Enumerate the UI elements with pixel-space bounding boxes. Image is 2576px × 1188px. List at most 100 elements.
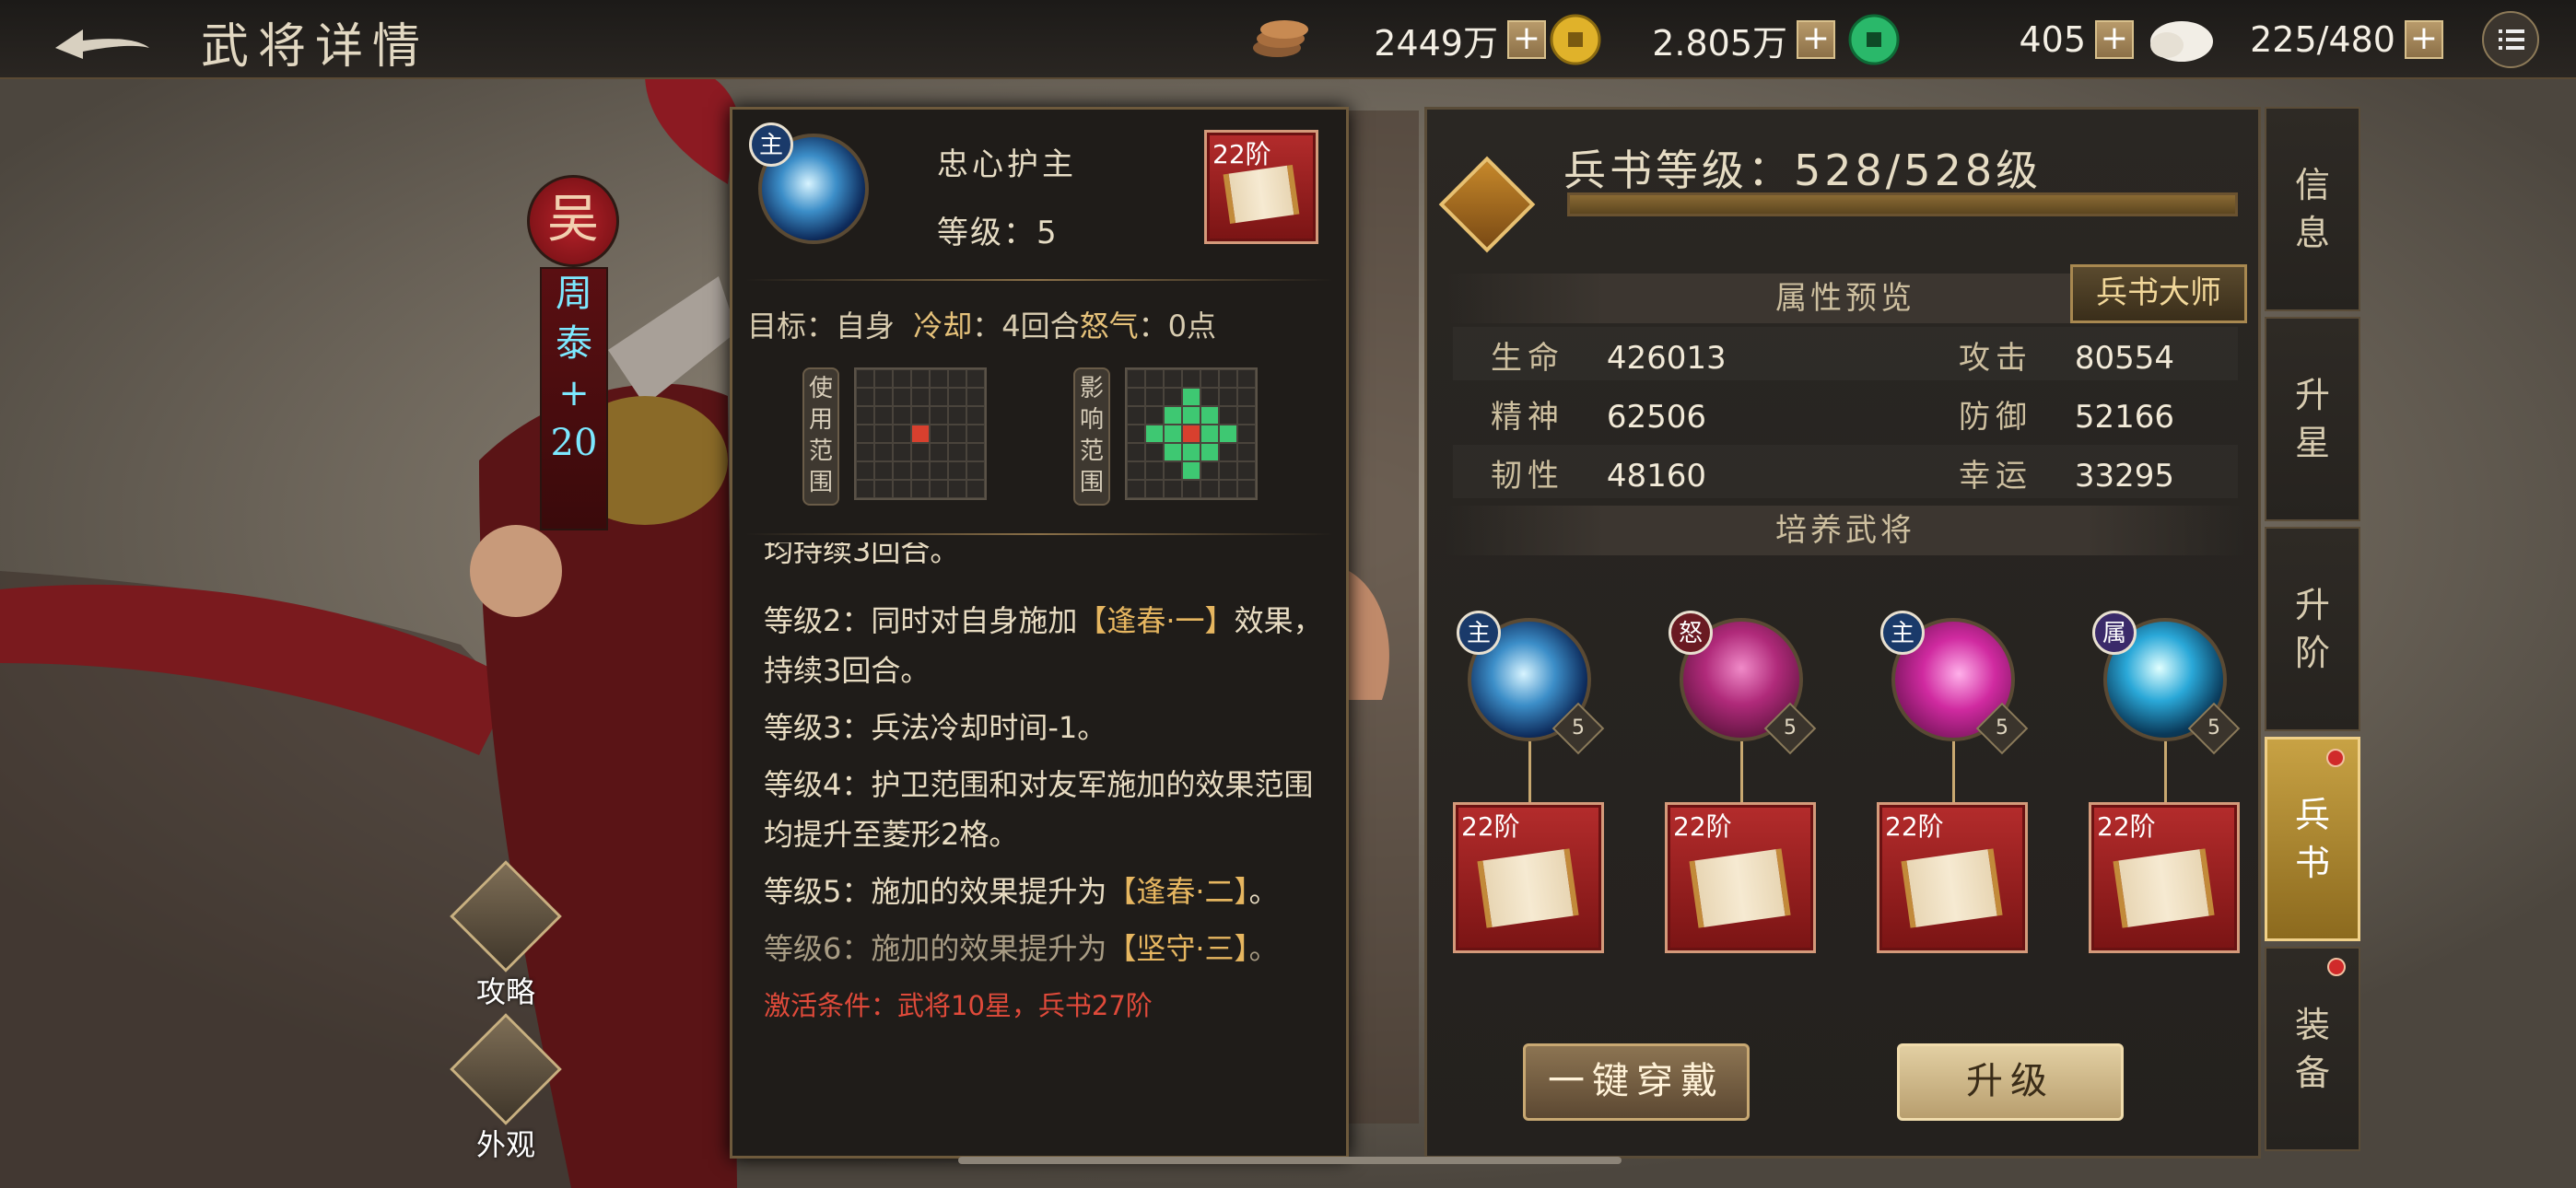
grid-cell — [856, 480, 874, 498]
book-tier-badge: 22阶 — [1204, 130, 1318, 244]
grid-cell — [1200, 369, 1219, 388]
back-arrow-icon[interactable] — [46, 17, 157, 63]
grid-cell — [1237, 388, 1256, 406]
stat-luck: 幸运 33295 — [1959, 458, 2174, 495]
grid-cell — [1182, 369, 1200, 388]
stat-attack: 攻击 80554 — [1959, 340, 2174, 377]
gold-coin-value: 2.805万 — [1652, 22, 1787, 64]
grid-cell — [930, 388, 948, 406]
list-menu-icon — [2499, 29, 2524, 50]
grid-cell — [930, 425, 948, 443]
menu-button[interactable] — [2482, 11, 2539, 68]
grid-cell — [966, 461, 985, 480]
divider — [745, 533, 1333, 535]
stat-defense: 防御 52166 — [1959, 399, 2174, 436]
grid-cell — [1164, 425, 1182, 443]
add-gold-button[interactable]: + — [1797, 20, 1835, 59]
activation-requirement: 激活条件：武将10星，兵书27阶 — [764, 990, 1153, 1021]
grid-cell — [874, 443, 893, 461]
skill-tooltip: 主 忠心护主 等级：5 22阶 目标：自身 冷却：4回合怒气：0点 使用范围 影… — [730, 107, 1349, 1159]
copper-coins-icon — [1253, 20, 1308, 57]
book-master-button[interactable]: 兵书大师 — [2070, 264, 2247, 323]
level-4-text: 等级4：护卫范围和对友军施加的效果范围均提升至菱形2格。 — [764, 767, 1314, 852]
tab-info[interactable]: 信息 — [2265, 107, 2360, 311]
cooldown-value: 4回合 — [1001, 309, 1080, 344]
add-stamina-button[interactable]: + — [2405, 20, 2443, 59]
grid-cell — [893, 425, 911, 443]
tab-book[interactable]: 兵书 — [2265, 737, 2360, 941]
stat-hp: 生命 426013 — [1491, 340, 1727, 377]
grid-cell — [1127, 388, 1145, 406]
hero-name-char: 泰 — [556, 322, 592, 365]
scroll-icon — [2113, 848, 2216, 928]
grid-cell — [1237, 480, 1256, 498]
grid-cell — [966, 406, 985, 425]
connector — [1528, 741, 1531, 806]
grid-cell — [893, 406, 911, 425]
grid-cell — [966, 443, 985, 461]
faction-badge: 吴 — [527, 175, 619, 267]
add-jade-button[interactable]: + — [2095, 20, 2134, 59]
book-level: 兵书等级：528/528级 — [1563, 146, 2043, 195]
grid-cell — [893, 369, 911, 388]
equip-all-button[interactable]: 一键穿戴 — [1523, 1043, 1750, 1121]
tab-rank-up[interactable]: 升阶 — [2265, 527, 2360, 731]
use-range-grid — [854, 367, 987, 500]
target-key: 目标 — [747, 309, 807, 344]
grid-cell — [856, 461, 874, 480]
progress-fill — [1570, 195, 2235, 214]
general-tag: 主 — [1880, 611, 1925, 655]
book-level-icon — [1438, 156, 1536, 253]
grid-cell — [948, 388, 966, 406]
level-3-text: 等级3：兵法冷却时间-1。 — [764, 710, 1107, 745]
add-copper-button[interactable]: + — [1507, 20, 1546, 59]
skill-name: 忠心护主 — [937, 146, 1077, 183]
guide-button[interactable]: 攻略 — [446, 860, 566, 1011]
grid-cell — [1164, 406, 1182, 425]
scroll-icon — [1901, 848, 2004, 928]
grid-cell — [1200, 406, 1219, 425]
grid-cell — [856, 443, 874, 461]
grid-cell — [930, 369, 948, 388]
stamina-bun-icon — [2150, 21, 2213, 62]
grid-cell — [948, 461, 966, 480]
tab-equipment[interactable]: 装备 — [2265, 947, 2360, 1151]
grid-cell — [1219, 425, 1237, 443]
grid-cell — [1145, 406, 1164, 425]
level-2-text: 等级2：同时对自身施加【逢春·一】效果，持续3回合。 — [764, 603, 1323, 688]
grid-cell — [1182, 388, 1200, 406]
grid-cell — [856, 388, 874, 406]
grid-cell — [911, 480, 930, 498]
top-bar: 武将详情 2449万 + 2.805万 + 405 + 225/480 + — [0, 0, 2576, 79]
grid-cell — [911, 461, 930, 480]
appearance-button[interactable]: 外观 — [446, 1013, 566, 1164]
gold-coin-resource: 2.805万 + — [1548, 13, 1835, 66]
skill-description: 均持续3回合。 等级2：同时对自身施加【逢春·一】效果，持续3回合。 等级3：兵… — [764, 542, 1328, 1038]
grid-cell — [1182, 425, 1200, 443]
book-slot[interactable]: 22阶 — [1665, 802, 1816, 953]
grid-cell — [1145, 388, 1164, 406]
grid-cell — [1127, 425, 1145, 443]
grid-cell — [1127, 480, 1145, 498]
grid-cell — [948, 406, 966, 425]
grid-cell — [1145, 369, 1164, 388]
hero-name-banner: 周 泰 + 20 — [540, 267, 608, 530]
book-slot[interactable]: 22阶 — [1453, 802, 1604, 953]
stamina-value: 225/480 — [2250, 19, 2395, 60]
grid-cell — [966, 388, 985, 406]
upgrade-button[interactable]: 升级 — [1897, 1043, 2124, 1121]
book-slot[interactable]: 22阶 — [1877, 802, 2028, 953]
grid-cell — [911, 425, 930, 443]
grid-cell — [930, 443, 948, 461]
book-tier: 22阶 — [1212, 139, 1271, 169]
book-slot[interactable]: 22阶 — [2089, 802, 2240, 953]
grid-cell — [1200, 480, 1219, 498]
grid-cell — [1164, 443, 1182, 461]
grid-cell — [1164, 461, 1182, 480]
grid-cell — [874, 388, 893, 406]
grid-cell — [1219, 406, 1237, 425]
grid-cell — [1182, 480, 1200, 498]
tab-star-up[interactable]: 升星 — [2265, 317, 2360, 521]
grid-cell — [893, 443, 911, 461]
grid-cell — [1200, 388, 1219, 406]
